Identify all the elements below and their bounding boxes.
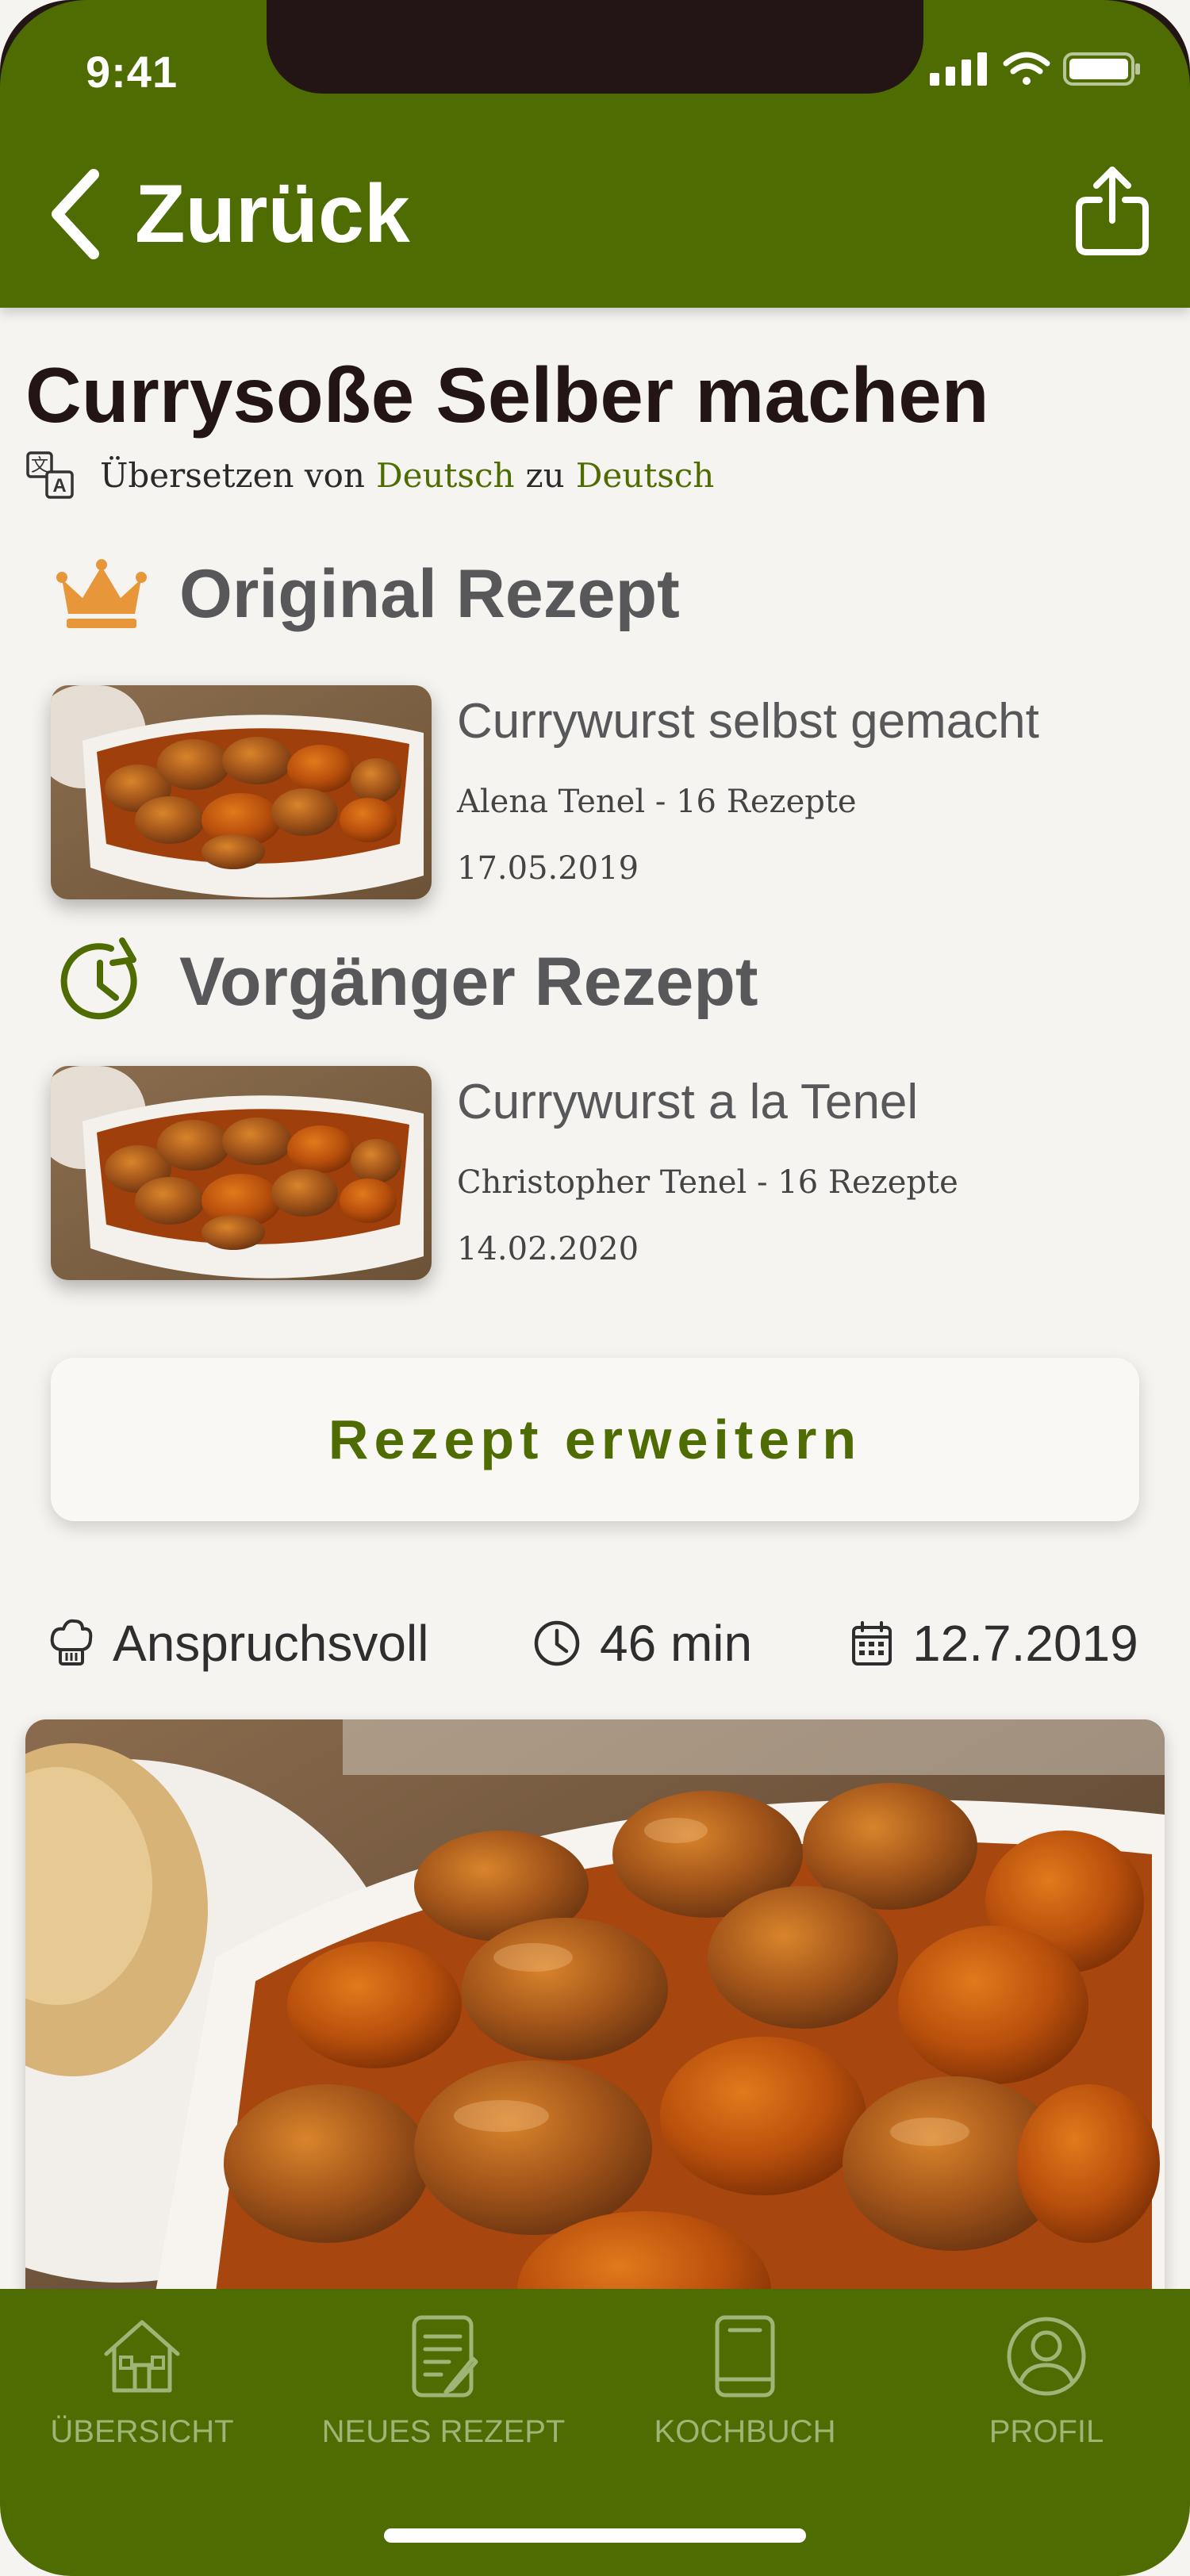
signal-icon bbox=[930, 52, 987, 86]
recipe-thumbnail bbox=[51, 685, 432, 899]
tab-label: NEUES REZEPT bbox=[321, 2414, 566, 2449]
predecessor-recipe-label: Vorgänger Rezept bbox=[179, 943, 758, 1020]
profile-icon bbox=[1007, 2317, 1086, 2396]
calendar-icon bbox=[852, 1621, 892, 1666]
recipe-hero-image bbox=[25, 1719, 1165, 2354]
chef-hat-icon bbox=[50, 1619, 93, 1666]
screen-corner bbox=[0, 0, 175, 174]
duration: 46 min bbox=[533, 1604, 752, 1683]
predecessor-recipe-card[interactable]: Currywurst a la Tenel Christopher Tenel … bbox=[51, 1066, 1177, 1288]
created-date: 12.7.2019 bbox=[850, 1604, 1138, 1683]
recipe-author: Alena Tenel - 16 Rezepte bbox=[457, 784, 857, 820]
device-notch bbox=[267, 0, 923, 94]
original-recipe-heading: Original Rezept bbox=[56, 555, 680, 634]
tab-label: ÜBERSICHT bbox=[50, 2414, 234, 2449]
page-title: Currysoße Selber machen bbox=[25, 351, 989, 439]
target-language-link[interactable]: Deutsch bbox=[576, 456, 715, 495]
svg-text:A: A bbox=[52, 475, 66, 496]
tab-cookbook[interactable]: KOCHBUCH bbox=[610, 2313, 880, 2471]
original-recipe-label: Original Rezept bbox=[179, 556, 680, 632]
svg-text:文: 文 bbox=[31, 456, 48, 476]
recipe-title: Currywurst a la Tenel bbox=[457, 1075, 919, 1129]
battery-icon bbox=[1063, 52, 1140, 86]
share-icon[interactable] bbox=[1073, 163, 1152, 259]
translate-prefix: Übersetzen von bbox=[100, 455, 365, 495]
status-time: 9:41 bbox=[86, 47, 178, 97]
app-screen: 9:41 Zurück Currysoße Selber machen 文 A … bbox=[0, 0, 1190, 2576]
home-indicator[interactable] bbox=[384, 2528, 806, 2543]
difficulty: Anspruchsvoll bbox=[49, 1604, 428, 1683]
tab-label: KOCHBUCH bbox=[654, 2414, 836, 2449]
recipe-title: Currywurst selbst gemacht bbox=[457, 694, 1039, 749]
translate-row[interactable]: 文 A Übersetzen von Deutsch zu Deutsch bbox=[25, 450, 714, 500]
difficulty-value: Anspruchsvoll bbox=[113, 1615, 429, 1672]
new-recipe-icon bbox=[412, 2315, 478, 2398]
cookbook-icon bbox=[715, 2315, 775, 2398]
duration-value: 46 min bbox=[600, 1615, 753, 1672]
chevron-left-icon bbox=[52, 169, 99, 259]
back-button[interactable]: Zurück bbox=[48, 159, 410, 270]
tab-new-recipe[interactable]: NEUES REZEPT bbox=[309, 2313, 578, 2471]
extend-recipe-button[interactable]: Rezept erweitern bbox=[51, 1358, 1139, 1521]
source-language-link[interactable]: Deutsch bbox=[376, 456, 515, 495]
date-value: 12.7.2019 bbox=[912, 1615, 1138, 1672]
translate-icon: 文 A bbox=[26, 451, 74, 499]
clock-icon bbox=[534, 1620, 580, 1666]
navigation-bar: 9:41 Zurück bbox=[0, 0, 1190, 308]
predecessor-recipe-heading: Vorgänger Rezept bbox=[56, 936, 758, 1028]
wifi-icon bbox=[1003, 52, 1050, 85]
tab-bar: ÜBERSICHT NEUES REZEPT KOCHBUCH PROFIL bbox=[0, 2289, 1190, 2576]
tab-profile[interactable]: PROFIL bbox=[912, 2313, 1181, 2471]
home-icon bbox=[104, 2320, 180, 2393]
status-icons bbox=[930, 52, 1140, 86]
original-recipe-card[interactable]: Currywurst selbst gemacht Alena Tenel - … bbox=[51, 685, 1177, 907]
history-icon bbox=[60, 937, 137, 1020]
recipe-meta: Anspruchsvoll 46 min 12.7.2019 bbox=[0, 1604, 1190, 1683]
recipe-thumbnail bbox=[51, 1066, 432, 1280]
translate-middle: zu bbox=[525, 455, 565, 495]
crown-icon bbox=[56, 558, 147, 628]
back-label: Zurück bbox=[135, 167, 410, 260]
recipe-date: 14.02.2020 bbox=[457, 1231, 639, 1267]
recipe-date: 17.05.2019 bbox=[457, 850, 639, 887]
recipe-author: Christopher Tenel - 16 Rezepte bbox=[457, 1164, 958, 1201]
tab-label: PROFIL bbox=[988, 2414, 1104, 2449]
tab-overview[interactable]: ÜBERSICHT bbox=[7, 2313, 277, 2471]
